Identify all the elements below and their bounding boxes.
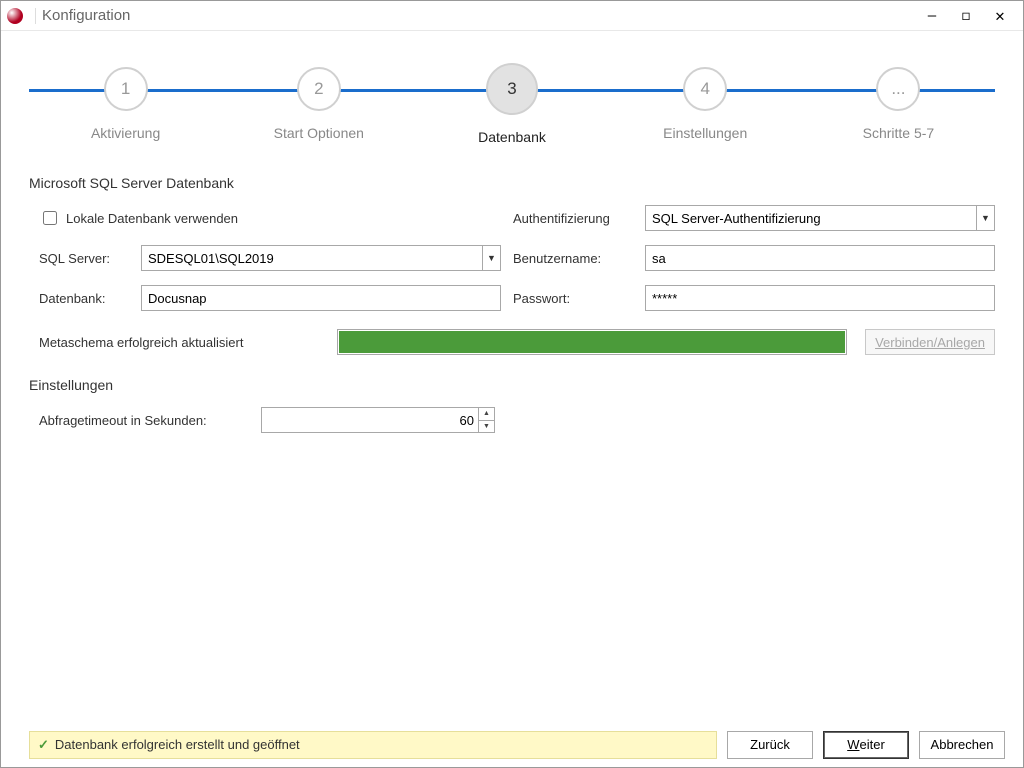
step-circle: 4 xyxy=(683,67,727,111)
progress-fill xyxy=(339,331,845,353)
window-title: Konfiguration xyxy=(42,7,130,24)
spinner-buttons[interactable]: ▲ ▼ xyxy=(478,408,494,432)
db-status-row: Metaschema erfolgreich aktualisiert Verb… xyxy=(29,329,995,355)
step-label: Datenbank xyxy=(478,129,546,145)
wizard-stepper: 1 Aktivierung 2 Start Optionen 3 Datenba… xyxy=(29,67,995,157)
content-area: 1 Aktivierung 2 Start Optionen 3 Datenba… xyxy=(1,31,1023,723)
next-button[interactable]: Weiter xyxy=(823,731,909,759)
next-rest: eiter xyxy=(859,737,884,752)
chevron-down-icon[interactable]: ▼ xyxy=(482,246,500,270)
step-circle: 1 xyxy=(104,67,148,111)
timeout-spinner[interactable]: ▲ ▼ xyxy=(261,407,495,433)
sql-server-combo[interactable]: ▼ xyxy=(141,245,501,271)
next-accel: W xyxy=(847,737,859,752)
close-button[interactable]: ✕ xyxy=(983,5,1017,27)
local-db-label: Lokale Datenbank verwenden xyxy=(66,211,238,226)
step-label: Aktivierung xyxy=(91,125,160,141)
step-start-options[interactable]: 2 Start Optionen xyxy=(222,67,415,157)
auth-label: Authentifizierung xyxy=(513,211,633,226)
password-field[interactable] xyxy=(645,285,995,311)
timeout-label: Abfragetimeout in Sekunden: xyxy=(39,413,249,428)
auth-select[interactable]: ▼ xyxy=(645,205,995,231)
db-form: Lokale Datenbank verwenden Authentifizie… xyxy=(29,205,995,311)
progress-bar xyxy=(337,329,847,355)
settings-section-title: Einstellungen xyxy=(29,377,995,393)
sql-server-input[interactable] xyxy=(148,251,494,266)
local-db-checkbox[interactable] xyxy=(43,211,57,225)
username-input[interactable] xyxy=(652,251,988,266)
step-circle: ... xyxy=(876,67,920,111)
step-circle: 2 xyxy=(297,67,341,111)
database-input[interactable] xyxy=(148,291,494,306)
step-circle: 3 xyxy=(486,63,538,115)
step-label: Start Optionen xyxy=(274,125,364,141)
username-label: Benutzername: xyxy=(513,251,633,266)
timeout-row: Abfragetimeout in Sekunden: ▲ ▼ xyxy=(39,407,995,433)
step-database[interactable]: 3 Datenbank xyxy=(415,67,608,157)
titlebar: Konfiguration — ◻ ✕ xyxy=(1,1,1023,31)
connect-create-button[interactable]: Verbinden/Anlegen xyxy=(865,329,995,355)
database-field[interactable] xyxy=(141,285,501,311)
timeout-input[interactable] xyxy=(268,412,476,429)
step-more[interactable]: ... Schritte 5-7 xyxy=(802,67,995,157)
chevron-down-icon[interactable]: ▼ xyxy=(976,206,994,230)
app-icon xyxy=(7,8,23,24)
password-input[interactable] xyxy=(652,291,988,306)
config-window: Konfiguration — ◻ ✕ 1 Aktivierung 2 Star… xyxy=(0,0,1024,768)
database-label: Datenbank: xyxy=(39,291,129,306)
spinner-up-icon[interactable]: ▲ xyxy=(479,408,494,421)
username-field[interactable] xyxy=(645,245,995,271)
cancel-button[interactable]: Abbrechen xyxy=(919,731,1005,759)
status-message: Datenbank erfolgreich erstellt und geöff… xyxy=(55,737,300,752)
metaschema-status: Metaschema erfolgreich aktualisiert xyxy=(39,335,319,350)
status-bar: ✓ Datenbank erfolgreich erstellt und geö… xyxy=(29,731,717,759)
password-label: Passwort: xyxy=(513,291,633,306)
maximize-button[interactable]: ◻ xyxy=(949,5,983,27)
minimize-button[interactable]: — xyxy=(915,5,949,27)
back-button[interactable]: Zurück xyxy=(727,731,813,759)
step-activation[interactable]: 1 Aktivierung xyxy=(29,67,222,157)
step-settings[interactable]: 4 Einstellungen xyxy=(609,67,802,157)
auth-value[interactable] xyxy=(652,211,988,226)
spinner-down-icon[interactable]: ▼ xyxy=(479,421,494,433)
dialog-footer: ✓ Datenbank erfolgreich erstellt und geö… xyxy=(1,723,1023,767)
local-db-row[interactable]: Lokale Datenbank verwenden xyxy=(39,208,501,228)
title-separator xyxy=(35,8,36,24)
sql-server-label: SQL Server: xyxy=(39,251,129,266)
check-icon: ✓ xyxy=(38,737,49,753)
db-section-title: Microsoft SQL Server Datenbank xyxy=(29,175,995,191)
step-label: Schritte 5-7 xyxy=(863,125,935,141)
step-label: Einstellungen xyxy=(663,125,747,141)
